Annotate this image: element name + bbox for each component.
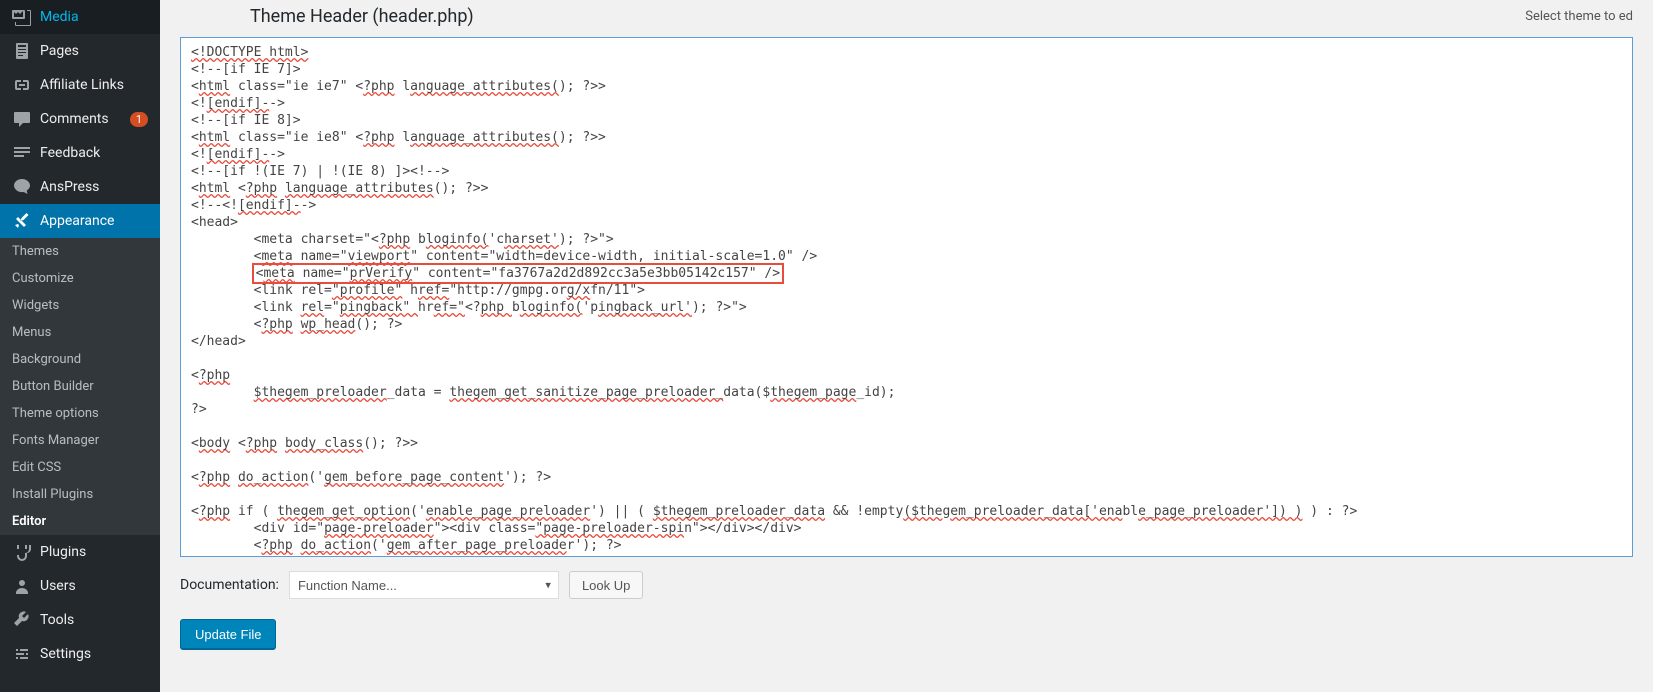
code-line: <?php bbox=[191, 367, 1622, 384]
submenu-item-menus[interactable]: Menus bbox=[0, 319, 160, 346]
media-icon bbox=[12, 7, 32, 27]
submenu-item-editor[interactable]: Editor bbox=[0, 508, 160, 535]
sidebar-item-anspress[interactable]: AnsPress bbox=[0, 170, 160, 204]
code-line: <div id="page-preloader"><div class="pag… bbox=[191, 520, 1622, 537]
sidebar-item-appearance[interactable]: Appearance bbox=[0, 204, 160, 238]
appearance-submenu: ThemesCustomizeWidgetsMenusBackgroundBut… bbox=[0, 238, 160, 535]
code-line: <body <?php body_class(); ?>> bbox=[191, 435, 1622, 452]
code-line: <!DOCTYPE html> bbox=[191, 44, 1622, 61]
submenu-item-widgets[interactable]: Widgets bbox=[0, 292, 160, 319]
sidebar-item-label: Users bbox=[40, 578, 148, 594]
code-line: <![endif]--> bbox=[191, 146, 1622, 163]
select-theme-label: Select theme to ed bbox=[1525, 9, 1633, 24]
code-line: <!--[if IE 8]> bbox=[191, 112, 1622, 129]
comments-icon bbox=[12, 109, 32, 129]
link-icon bbox=[12, 75, 32, 95]
sidebar-item-label: Pages bbox=[40, 43, 148, 59]
sidebar-item-label: Feedback bbox=[40, 145, 148, 161]
code-editor-textarea[interactable]: <!DOCTYPE html><!--[if IE 7]><html class… bbox=[180, 37, 1633, 557]
sidebar-item-plugins[interactable]: Plugins bbox=[0, 535, 160, 569]
code-line: <html class="ie ie7" <?php language_attr… bbox=[191, 78, 1622, 95]
main-content: Theme Header (header.php) Select theme t… bbox=[160, 0, 1653, 692]
code-line: <meta charset="<?php bloginfo('charset')… bbox=[191, 231, 1622, 248]
code-line: <html class="ie ie8" <?php language_attr… bbox=[191, 129, 1622, 146]
submenu-item-background[interactable]: Background bbox=[0, 346, 160, 373]
sidebar-item-comments[interactable]: Comments 1 bbox=[0, 102, 160, 136]
update-file-button[interactable]: Update File bbox=[180, 619, 276, 649]
sidebar-item-affiliate-links[interactable]: Affiliate Links bbox=[0, 68, 160, 102]
lookup-button[interactable]: Look Up bbox=[569, 571, 643, 599]
feedback-icon bbox=[12, 143, 32, 163]
anspress-icon bbox=[12, 177, 32, 197]
code-line: <!--[if IE 7]> bbox=[191, 61, 1622, 78]
code-line: <![endif]--> bbox=[191, 95, 1622, 112]
code-line: $thegem_preloader_data = thegem_get_sani… bbox=[191, 384, 1622, 401]
code-line bbox=[191, 486, 1622, 503]
sidebar-item-users[interactable]: Users bbox=[0, 569, 160, 603]
submenu-item-button-builder[interactable]: Button Builder bbox=[0, 373, 160, 400]
documentation-label: Documentation: bbox=[180, 577, 279, 593]
code-line: </head> bbox=[191, 333, 1622, 350]
notification-badge: 1 bbox=[130, 112, 148, 127]
sidebar-item-feedback[interactable]: Feedback bbox=[0, 136, 160, 170]
sidebar-item-settings[interactable]: Settings bbox=[0, 637, 160, 671]
code-line: <html <?php language_attributes(); ?>> bbox=[191, 180, 1622, 197]
submenu-item-customize[interactable]: Customize bbox=[0, 265, 160, 292]
admin-sidebar: Media Pages Affiliate Links Comments 1 Feedba… bbox=[0, 0, 160, 692]
submenu-item-edit-css[interactable]: Edit CSS bbox=[0, 454, 160, 481]
code-line: <link rel="profile" href="http://gmpg.or… bbox=[191, 282, 1622, 299]
code-line bbox=[191, 452, 1622, 469]
sidebar-item-label: Media bbox=[40, 9, 148, 25]
submenu-item-install-plugins[interactable]: Install Plugins bbox=[0, 481, 160, 508]
page-title: Theme Header (header.php) bbox=[250, 6, 474, 27]
submenu-item-themes[interactable]: Themes bbox=[0, 238, 160, 265]
sidebar-item-label: Plugins bbox=[40, 544, 148, 560]
sidebar-item-pages[interactable]: Pages bbox=[0, 34, 160, 68]
sidebar-item-label: Affiliate Links bbox=[40, 77, 148, 93]
code-line: <!--[if !(IE 7) | !(IE 8) ]><!--> bbox=[191, 163, 1622, 180]
code-line: <!--<![endif]--> bbox=[191, 197, 1622, 214]
submenu-item-fonts-manager[interactable]: Fonts Manager bbox=[0, 427, 160, 454]
plugins-icon bbox=[12, 542, 32, 562]
code-line bbox=[191, 418, 1622, 435]
sidebar-item-tools[interactable]: Tools bbox=[0, 603, 160, 637]
code-line: <head> bbox=[191, 214, 1622, 231]
settings-icon bbox=[12, 644, 32, 664]
code-line: <?php if ( thegem_get_option('enable_pag… bbox=[191, 503, 1622, 520]
pages-icon bbox=[12, 41, 32, 61]
sidebar-item-label: Comments bbox=[40, 111, 125, 127]
code-line: <?php wp_head(); ?> bbox=[191, 316, 1622, 333]
highlighted-meta-line: <meta name="prVerify" content="fa3767a2d… bbox=[252, 263, 784, 284]
sidebar-item-label: AnsPress bbox=[40, 179, 148, 195]
submenu-item-theme-options[interactable]: Theme options bbox=[0, 400, 160, 427]
sidebar-item-label: Tools bbox=[40, 612, 148, 628]
tools-icon bbox=[12, 610, 32, 630]
code-line: <?php do_action('gem_before_page_content… bbox=[191, 469, 1622, 486]
appearance-icon bbox=[12, 211, 32, 231]
users-icon bbox=[12, 576, 32, 596]
sidebar-item-media[interactable]: Media bbox=[0, 0, 160, 34]
sidebar-item-label: Appearance bbox=[40, 213, 148, 229]
function-name-select[interactable]: Function Name... bbox=[289, 571, 559, 599]
code-line: <?php do_action('gem_after_page_preloade… bbox=[191, 537, 1622, 554]
code-line: ?> bbox=[191, 401, 1622, 418]
sidebar-item-label: Settings bbox=[40, 646, 148, 662]
code-line: <link rel="pingback" href="<?php bloginf… bbox=[191, 299, 1622, 316]
code-line bbox=[191, 350, 1622, 367]
